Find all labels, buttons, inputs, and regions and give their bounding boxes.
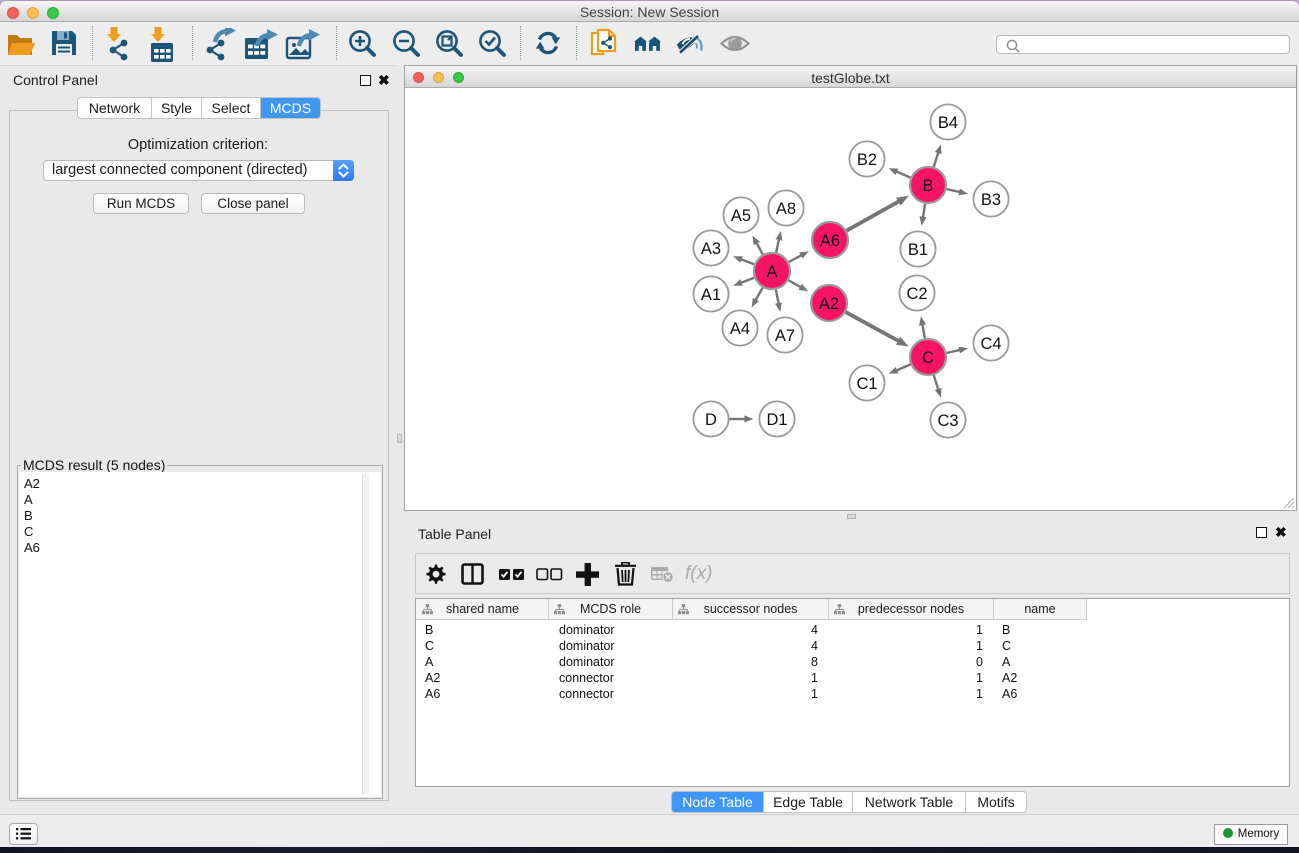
svg-text:C: C [922, 349, 934, 367]
svg-text:C1: C1 [856, 375, 877, 393]
svg-text:C2: C2 [906, 285, 927, 303]
svg-text:B2: B2 [857, 151, 877, 169]
svg-text:A6: A6 [820, 232, 840, 250]
svg-text:D: D [705, 411, 717, 429]
svg-text:C4: C4 [980, 335, 1001, 353]
svg-text:A5: A5 [731, 207, 751, 225]
svg-text:A8: A8 [776, 200, 796, 218]
svg-text:D1: D1 [766, 411, 787, 429]
svg-text:B1: B1 [908, 241, 928, 259]
svg-text:A3: A3 [701, 240, 721, 258]
svg-text:B: B [922, 177, 933, 195]
svg-text:B4: B4 [938, 114, 958, 132]
svg-text:A: A [766, 263, 777, 281]
svg-text:f(x): f(x) [685, 563, 712, 584]
svg-text:C3: C3 [937, 412, 958, 430]
svg-text:A1: A1 [701, 286, 721, 304]
svg-text:A2: A2 [819, 295, 839, 313]
svg-text:B3: B3 [981, 191, 1001, 209]
svg-text:A4: A4 [730, 320, 750, 338]
svg-text:A7: A7 [775, 327, 795, 345]
